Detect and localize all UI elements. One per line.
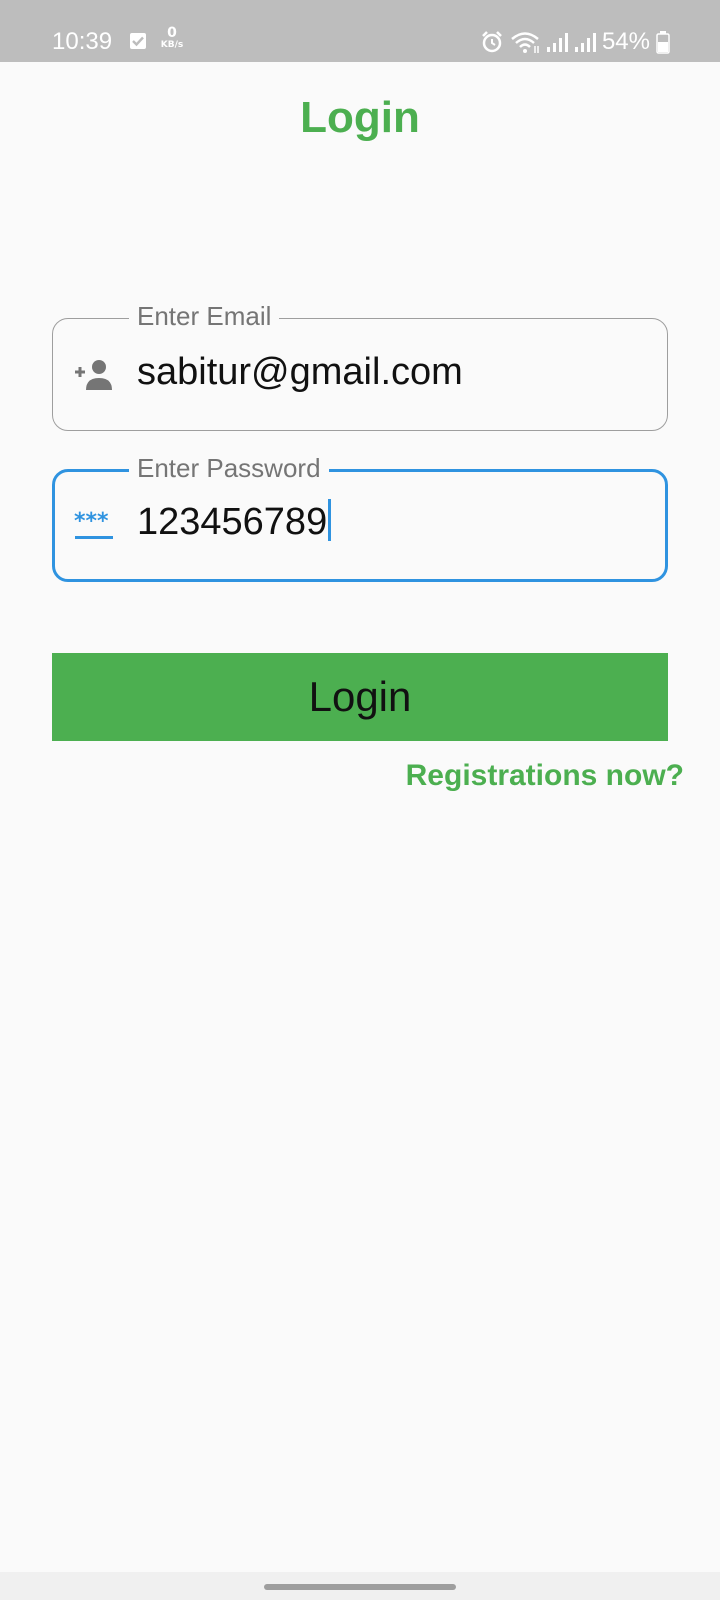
battery-icon xyxy=(656,31,670,54)
check-box-icon xyxy=(130,33,146,49)
login-screen: 10:39 0 KB/s 54% Login Enter Email sabit… xyxy=(0,0,720,1600)
password-input[interactable]: 123456789 xyxy=(137,499,332,545)
signal-icon xyxy=(574,33,596,52)
status-time: 10:39 xyxy=(52,28,113,55)
email-field-label: Enter Email xyxy=(129,301,280,331)
svg-text:***: *** xyxy=(74,509,109,534)
password-field-label: Enter Password xyxy=(129,453,329,483)
navigation-bar xyxy=(0,1572,720,1600)
password-icon: *** xyxy=(74,509,113,539)
email-field[interactable]: Enter Email sabitur@gmail.com xyxy=(52,301,668,431)
password-value: 123456789 xyxy=(137,501,328,543)
signal-icon xyxy=(546,33,568,52)
status-icons: 54% xyxy=(480,28,670,56)
status-bar: 10:39 0 KB/s 54% xyxy=(0,0,720,62)
network-speed: 0 KB/s xyxy=(157,26,187,56)
battery-percent: 54% xyxy=(601,28,650,55)
email-input[interactable]: sabitur@gmail.com xyxy=(137,349,463,395)
text-caret xyxy=(328,499,332,541)
login-button[interactable]: Login xyxy=(52,653,668,741)
home-gesture-handle[interactable] xyxy=(264,1584,456,1590)
wifi-icon xyxy=(511,32,539,53)
registration-link[interactable]: Registrations now? xyxy=(406,758,684,794)
password-field[interactable]: Enter Password *** 123456789 xyxy=(52,453,668,582)
network-speed-value: 0 xyxy=(167,25,177,41)
network-speed-unit: KB/s xyxy=(160,40,184,50)
page-title: Login xyxy=(300,93,420,142)
alarm-icon xyxy=(482,31,502,53)
person-add-icon xyxy=(75,360,112,390)
